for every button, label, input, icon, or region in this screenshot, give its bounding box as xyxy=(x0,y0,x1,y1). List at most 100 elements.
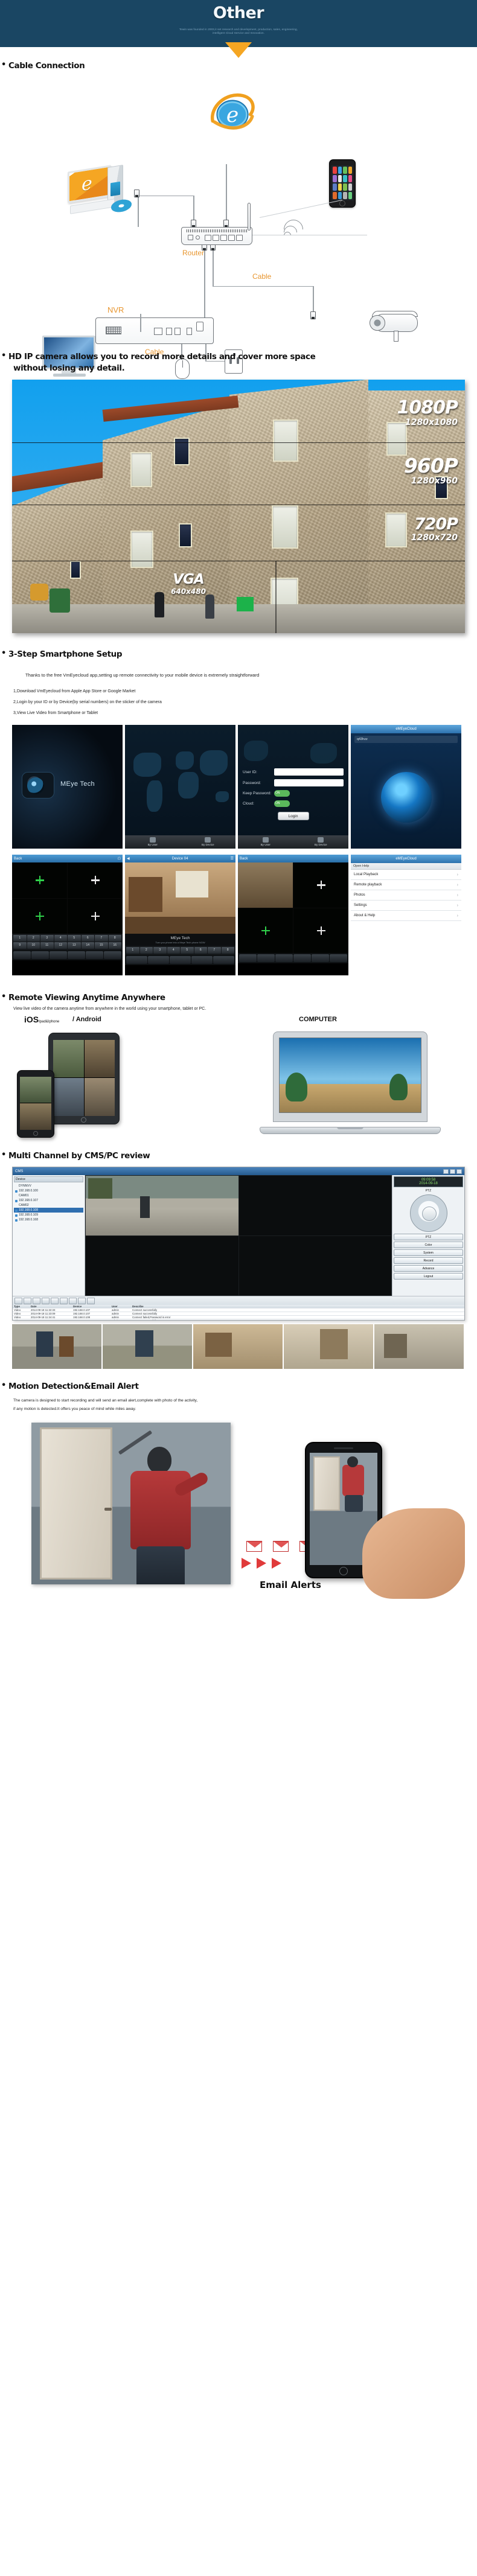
maximize-icon xyxy=(450,1168,455,1174)
cms-button-record[interactable]: Record xyxy=(394,1257,463,1264)
cms-button-advance[interactable]: Advance xyxy=(394,1265,463,1272)
tree-row[interactable]: 192.168.0.168 xyxy=(14,1217,83,1222)
quad-back-button[interactable]: Back xyxy=(14,857,22,861)
login-button[interactable]: Login xyxy=(277,812,309,821)
hd-heading-line1: HD IP camera allows you to record more d… xyxy=(8,351,316,362)
app-screen-quad-green[interactable]: Back ☖ 12345678 9 10 11 12 13 14 15 16 xyxy=(12,855,123,976)
tab-by-user-2[interactable]: By User xyxy=(238,835,293,849)
mixed-topbar: Back xyxy=(238,855,348,863)
video-pane-1[interactable] xyxy=(86,1176,238,1235)
thumbnail-2 xyxy=(103,1324,192,1369)
device-controlbar[interactable] xyxy=(125,955,235,966)
login-toggle-cloud[interactable]: ON xyxy=(274,800,290,808)
cms-software-window[interactable]: CMS Device DYNNVV 192.168.0.100 CAM01 19… xyxy=(12,1167,465,1321)
tree-row[interactable]: 192.168.0.109 xyxy=(14,1213,83,1217)
camera-icon xyxy=(22,772,54,799)
page-subtitle-line2: intelligent Cloud Service and Innovation… xyxy=(212,31,265,34)
menu-item-settings-label: Settings xyxy=(354,904,367,908)
tree-row[interactable]: 192.168.0.107 xyxy=(14,1198,83,1203)
app-screen-worldmap[interactable]: By User By Device xyxy=(125,725,235,849)
resolution-tag-1080p: 1080P 1280x1080 xyxy=(325,397,458,427)
remote-devices-row: iOSIpad&Iphone / Android COMPUTER xyxy=(0,1015,477,1144)
toolbar-icon-5 xyxy=(51,1297,59,1304)
app-screen-cloud[interactable]: eMEyeCloud q43hzz xyxy=(351,725,461,849)
resolution-name-720p: 720P xyxy=(414,514,458,534)
log-cell-date: 2014-09-18 11:25:17 xyxy=(30,1319,72,1320)
toolbar-icon-6 xyxy=(60,1297,68,1304)
tree-row[interactable]: CAM02 xyxy=(14,1203,83,1208)
login-label-keeppassword: Keep Password: xyxy=(243,791,272,796)
app-tabbar-2[interactable]: By User By Device xyxy=(238,835,348,849)
quad-view-mixed xyxy=(238,862,348,954)
app-screen-splash[interactable]: MEye Tech xyxy=(12,725,123,849)
device-menu-icon[interactable]: ☰ xyxy=(231,856,234,861)
cms-video-grid[interactable] xyxy=(85,1175,392,1296)
video-pane-2[interactable] xyxy=(238,1176,391,1235)
menu-item-local-playback[interactable]: Local Playback › xyxy=(351,870,461,881)
intruder-figure xyxy=(116,1447,210,1585)
cms-button-ptz[interactable]: PTZ xyxy=(394,1234,463,1241)
cms-control-panel[interactable]: 09:09:58 2014-09-18 PTZ PTZ Color System… xyxy=(392,1175,464,1296)
resolution-comparison-photo: 1080P 1280x1080 960P 1280x960 720P 1280x… xyxy=(12,379,465,633)
app-tabbar[interactable]: By User By Device xyxy=(125,835,235,849)
video-pane-4[interactable] xyxy=(238,1235,391,1296)
app-screen-login[interactable]: User ID: Password: Keep Password: ON Clo… xyxy=(238,725,348,849)
cms-button-system[interactable]: System xyxy=(394,1249,463,1257)
cms-log-row[interactable]: Video 2014-09-18 11:25:17 192.168.0.108 … xyxy=(13,1319,464,1320)
device-live-view[interactable] xyxy=(125,862,235,934)
tab-by-device-2[interactable]: By Device xyxy=(293,835,349,849)
login-form[interactable]: User ID: Password: Keep Password: ON Clo… xyxy=(243,768,344,821)
ip-camera-illustration xyxy=(370,310,423,342)
quad-controlbar[interactable] xyxy=(12,950,123,961)
app-screen-menu[interactable]: eMEyeCloud Open Help Local Playback › Re… xyxy=(351,855,461,976)
cloud-subtitle[interactable]: q43hzz xyxy=(354,736,458,744)
log-cell-type: Video xyxy=(13,1319,30,1320)
toolbar-icon-7 xyxy=(69,1297,77,1304)
wire-pc-across xyxy=(138,195,193,197)
thumbnail-3 xyxy=(193,1324,283,1369)
mixed-controlbar[interactable] xyxy=(238,953,348,964)
app-screen-quad-mixed[interactable]: Back xyxy=(238,855,348,976)
menu-item-remote-playback[interactable]: Remote playback › xyxy=(351,880,461,891)
device-back-button[interactable]: ◀ xyxy=(127,856,130,861)
setup-step-3: 3,View Live Video from Smartphone or Tab… xyxy=(13,710,98,715)
cms-button-color[interactable]: Color xyxy=(394,1242,463,1249)
tree-row[interactable]: DYNNVV xyxy=(14,1184,83,1188)
login-input-password[interactable] xyxy=(274,779,344,787)
menu-item-settings[interactable]: Settings › xyxy=(351,901,461,911)
quad-keypad[interactable]: 12345678 9 10 11 12 13 14 15 16 xyxy=(12,934,123,951)
mixed-back-button[interactable]: Back xyxy=(240,857,248,861)
tree-row[interactable]: 192.168.0.100 xyxy=(14,1188,83,1193)
login-input-userid[interactable] xyxy=(274,768,344,776)
toolbar-icon-3 xyxy=(33,1297,40,1304)
envelope-icon-1 xyxy=(246,1541,263,1552)
login-label-password: Password: xyxy=(243,780,261,785)
cms-toolbar[interactable] xyxy=(13,1296,464,1306)
tree-row[interactable]: CAM01 xyxy=(14,1193,83,1198)
app-screen-device04[interactable]: ◀ Device 04 ☰ MEye Tech Turn you phone i… xyxy=(125,855,235,976)
tree-row[interactable]: 192.168.0.108 xyxy=(14,1208,83,1213)
cms-window-buttons[interactable] xyxy=(443,1168,462,1174)
device-keypad[interactable]: 12345678 xyxy=(125,946,235,955)
toolbar-icon-1 xyxy=(14,1297,22,1304)
ptz-joystick[interactable] xyxy=(409,1194,447,1232)
resolution-name-vga: VGA xyxy=(173,571,204,587)
tab-by-user[interactable]: By User xyxy=(125,835,181,849)
video-pane-3[interactable] xyxy=(86,1235,238,1296)
tab-by-device[interactable]: By Device xyxy=(181,835,236,849)
toolbar-icon-2 xyxy=(24,1297,31,1304)
log-cell-date: 2014-09-18 11:23:09 xyxy=(31,1312,56,1316)
minimize-icon xyxy=(443,1168,449,1174)
menu-item-about-help[interactable]: About & Help › xyxy=(351,911,461,922)
thumbnail-4 xyxy=(284,1324,373,1369)
resolution-tag-720p: 720P 1280x720 xyxy=(325,516,458,542)
resolution-name-1080p: 1080P xyxy=(397,397,458,418)
menu-item-photos[interactable]: Photos › xyxy=(351,890,461,901)
cms-button-logout[interactable]: Logout xyxy=(394,1273,463,1280)
login-toggle-keeppassword[interactable]: ON xyxy=(274,790,290,797)
cms-device-panel[interactable]: Device DYNNVV 192.168.0.100 CAM01 192.16… xyxy=(13,1175,85,1296)
quad-home-icon[interactable]: ☖ xyxy=(118,856,121,861)
section-heading-hd: HD IP camera allows you to record more d… xyxy=(0,351,477,375)
label-router: Router xyxy=(182,248,205,257)
cms-ptz-label: PTZ xyxy=(425,1189,432,1193)
